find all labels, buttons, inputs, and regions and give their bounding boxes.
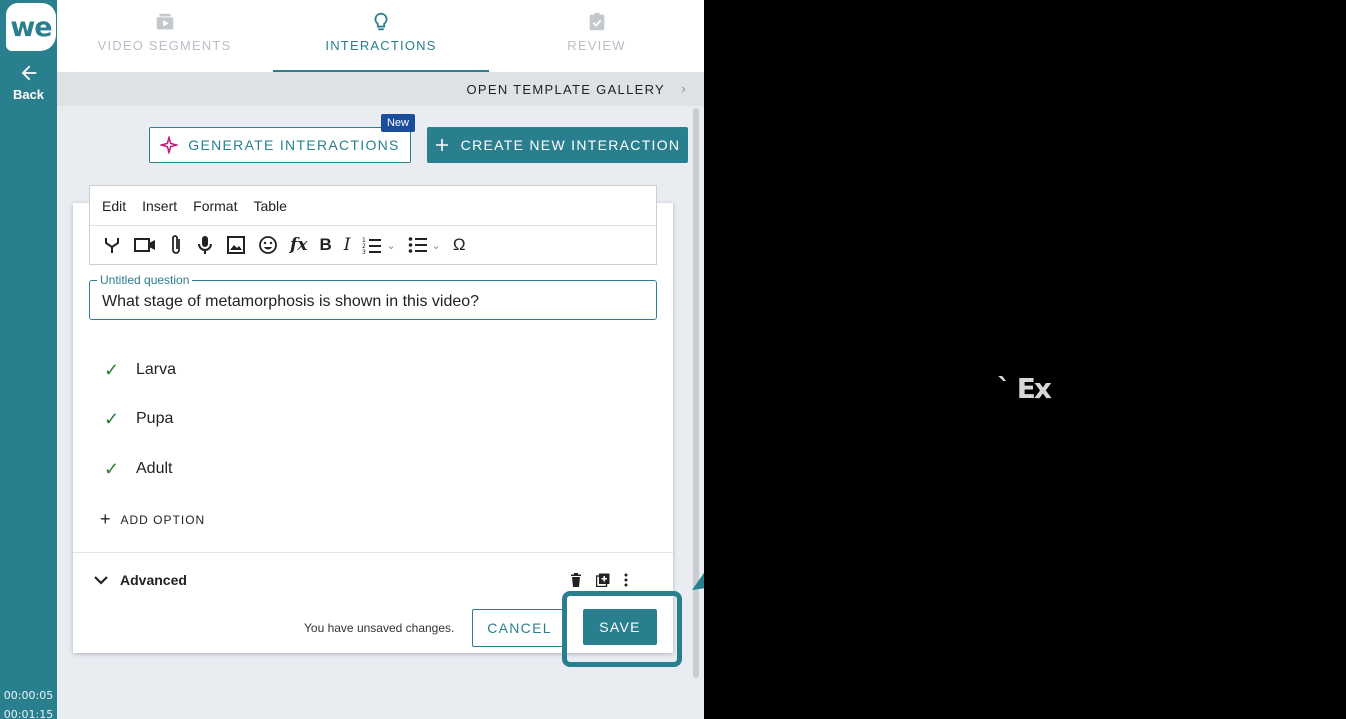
card-divider xyxy=(73,552,673,553)
video-preview[interactable]: ` Ex xyxy=(704,0,1346,719)
add-option-label: ADD OPTION xyxy=(120,512,206,527)
tab-label: VIDEO SEGMENTS xyxy=(97,38,232,53)
option-item[interactable]: ✓ Pupa xyxy=(104,407,173,431)
generate-label: GENERATE INTERACTIONS xyxy=(188,137,400,153)
bullet-list-icon[interactable]: ⌄ xyxy=(408,233,441,257)
logo-text: we xyxy=(10,11,52,43)
arrow-left-icon xyxy=(21,65,36,81)
tab-bar: VIDEO SEGMENTS INTERACTIONS REVIEW xyxy=(57,0,704,72)
timestamp-start: 00:00:05 xyxy=(3,689,54,702)
video-segments-icon xyxy=(156,13,173,30)
emoji-icon[interactable] xyxy=(258,233,278,257)
card-actions xyxy=(570,573,628,587)
trash-icon[interactable] xyxy=(570,573,582,587)
question-text: What stage of metamorphosis is shown in … xyxy=(102,293,480,310)
bold-icon[interactable]: B xyxy=(319,233,331,257)
tab-label: REVIEW xyxy=(567,38,626,53)
tab-review[interactable]: REVIEW xyxy=(489,0,704,72)
save-highlight-box xyxy=(562,591,682,667)
chevron-down-icon[interactable]: ⌄ xyxy=(386,239,395,252)
chevron-right-icon: › xyxy=(681,81,687,96)
video-icon[interactable] xyxy=(134,233,156,257)
menu-edit[interactable]: Edit xyxy=(102,198,126,214)
open-template-gallery[interactable]: OPEN TEMPLATE GALLERY › xyxy=(57,72,704,106)
check-icon: ✓ xyxy=(104,359,120,380)
video-overlay-text: ` Ex xyxy=(997,372,1052,405)
branch-icon[interactable] xyxy=(102,233,122,257)
option-label: Pupa xyxy=(136,410,174,427)
left-rail: we Back 00:00:05 00:01:15 xyxy=(0,0,57,719)
microphone-icon[interactable] xyxy=(196,233,214,257)
italic-icon[interactable]: I xyxy=(344,233,351,257)
menu-insert[interactable]: Insert xyxy=(142,198,177,214)
back-label: Back xyxy=(12,87,45,102)
menu-table[interactable]: Table xyxy=(253,198,286,214)
editor-toolbar: fx B I 1 2 3 ⌄ ⌄ Ω xyxy=(90,226,656,264)
omega-icon[interactable]: Ω xyxy=(453,233,466,257)
menu-format[interactable]: Format xyxy=(193,198,237,214)
numbered-list-icon[interactable]: 1 2 3 ⌄ xyxy=(362,233,395,257)
add-option-button[interactable]: + ADD OPTION xyxy=(100,509,205,530)
advanced-toggle[interactable]: Advanced xyxy=(94,572,187,588)
cancel-button[interactable]: CANCEL xyxy=(472,609,567,647)
chevron-down-icon xyxy=(94,576,108,585)
paperclip-icon[interactable] xyxy=(168,233,184,257)
tab-video-segments[interactable]: VIDEO SEGMENTS xyxy=(57,0,272,72)
we-logo[interactable]: we xyxy=(6,3,56,51)
plus-icon xyxy=(435,139,448,151)
question-legend: Untitled question xyxy=(97,273,193,287)
tab-label: INTERACTIONS xyxy=(325,38,437,53)
check-icon: ✓ xyxy=(104,458,120,479)
create-label: CREATE NEW INTERACTION xyxy=(460,137,681,153)
sparkle-icon xyxy=(160,136,179,154)
create-new-interaction-button[interactable]: CREATE NEW INTERACTION xyxy=(427,127,688,163)
check-icon: ✓ xyxy=(104,408,120,429)
image-icon[interactable] xyxy=(226,233,246,257)
timestamp-end: 00:01:15 xyxy=(3,708,54,719)
option-item[interactable]: ✓ Larva xyxy=(104,358,176,382)
advanced-label: Advanced xyxy=(120,572,187,588)
plus-icon: + xyxy=(100,509,112,529)
generate-interactions-button[interactable]: GENERATE INTERACTIONS xyxy=(149,127,411,163)
question-field[interactable]: Untitled question What stage of metamorp… xyxy=(89,273,657,320)
new-badge: New xyxy=(381,114,415,132)
chevron-down-icon[interactable]: ⌄ xyxy=(432,239,441,252)
editor-menubar: Edit Insert Format Table xyxy=(90,186,656,226)
option-item[interactable]: ✓ Adult xyxy=(104,457,172,481)
unsaved-changes-text: You have unsaved changes. xyxy=(304,621,455,635)
tab-interactions[interactable]: INTERACTIONS xyxy=(273,0,489,72)
clipboard-check-icon xyxy=(589,12,604,31)
app-root: we Back 00:00:05 00:01:15 VIDEO SEGMENTS… xyxy=(0,0,1346,719)
gallery-label: OPEN TEMPLATE GALLERY xyxy=(466,82,665,97)
duplicate-icon[interactable] xyxy=(596,573,610,587)
svg-text:3: 3 xyxy=(362,249,366,254)
more-vertical-icon[interactable] xyxy=(624,573,628,587)
rich-text-editor: Edit Insert Format Table fx B I 1 2 3 ⌄ ⌄ Ω xyxy=(89,185,657,265)
formula-icon[interactable]: fx xyxy=(290,233,307,257)
option-label: Larva xyxy=(136,361,177,378)
option-label: Adult xyxy=(136,460,173,477)
lightbulb-icon xyxy=(374,12,388,31)
back-button[interactable]: Back xyxy=(0,62,57,102)
